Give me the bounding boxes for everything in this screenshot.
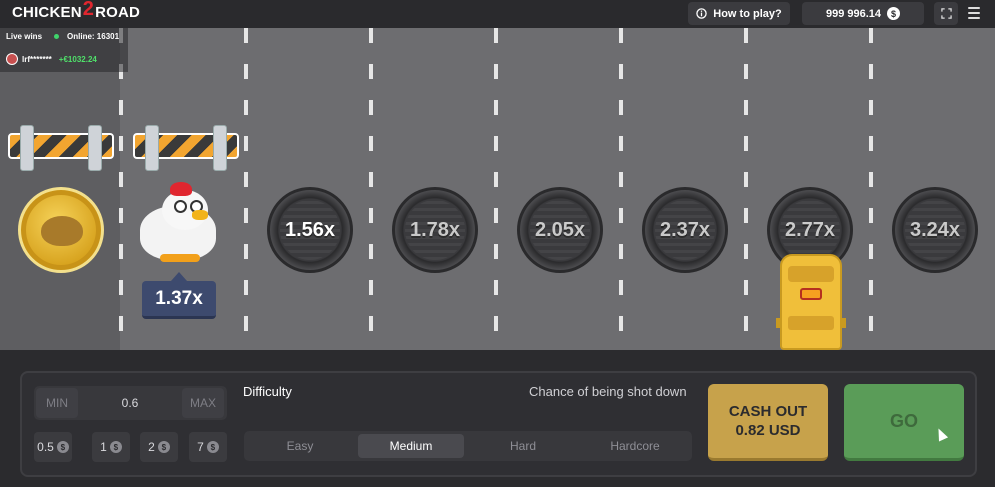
dollar-icon: $ — [109, 441, 122, 453]
logo-text-road: ROAD — [95, 4, 141, 21]
barrier — [8, 125, 114, 173]
lane-line — [244, 28, 248, 350]
chip-button[interactable]: 7 $ — [189, 432, 227, 462]
min-bet-button[interactable]: MIN — [36, 388, 78, 418]
game-screen: CHICKEN 2 ROAD How to play? 999 996.14 $… — [0, 0, 995, 487]
lane-line — [494, 28, 498, 350]
dollar-icon: $ — [887, 7, 901, 20]
logo-text-2: 2 — [82, 0, 95, 20]
manhole-multiplier[interactable]: 2.05x — [517, 187, 603, 273]
balance-display: 999 996.14 $ — [802, 2, 924, 25]
manhole-multiplier[interactable]: 1.56x — [267, 187, 353, 273]
dollar-icon: $ — [157, 441, 170, 453]
cash-out-amount: 0.82 USD — [735, 422, 801, 439]
difficulty-label: Difficulty — [243, 384, 292, 399]
taxi-car — [776, 254, 846, 350]
manhole-multiplier[interactable]: 3.24x — [892, 187, 978, 273]
how-to-play-button[interactable]: How to play? — [688, 2, 790, 25]
tab-hardcore[interactable]: Hardcore — [582, 434, 688, 458]
max-bet-button[interactable]: MAX — [182, 388, 224, 418]
chip-button[interactable]: 0.5 $ — [34, 432, 72, 462]
dollar-icon: $ — [206, 441, 219, 453]
lane-line — [369, 28, 373, 350]
fullscreen-button[interactable] — [934, 2, 958, 25]
current-multiplier-badge: 1.37x — [142, 272, 216, 319]
bet-amount-input[interactable]: 0.6 — [80, 388, 180, 418]
tab-medium[interactable]: Medium — [358, 434, 464, 458]
lane-line — [744, 28, 748, 350]
menu-icon[interactable] — [968, 7, 980, 19]
chicken-player — [138, 182, 220, 264]
tab-hard[interactable]: Hard — [470, 434, 576, 458]
barrier — [133, 125, 239, 173]
online-count: Online: 16301 — [54, 32, 119, 41]
winner-username: lrf******* — [22, 54, 52, 64]
manhole-multiplier[interactable]: 2.37x — [642, 187, 728, 273]
lane-line — [119, 28, 123, 350]
chance-label: Chance of being shot down — [529, 384, 687, 399]
logo-text-chicken: CHICKEN — [12, 4, 82, 21]
online-dot-icon — [54, 34, 60, 40]
lane-line — [869, 28, 873, 350]
win-amount: +€1032.24 — [58, 54, 97, 64]
live-wins-panel: Live wins Online: 16301 lrf******* +€103… — [0, 28, 128, 72]
cash-out-label: CASH OUT — [728, 403, 808, 420]
manhole-multiplier[interactable]: 1.78x — [392, 187, 478, 273]
chip-button[interactable]: 1 $ — [92, 432, 130, 462]
fullscreen-icon — [940, 8, 952, 19]
logo: CHICKEN 2 ROAD — [12, 0, 141, 21]
go-button[interactable]: GO — [844, 384, 964, 461]
live-wins-title: Live wins — [6, 32, 43, 41]
lane-line — [619, 28, 623, 350]
chicken-coin-icon — [18, 187, 104, 273]
how-to-play-label: How to play? — [713, 7, 782, 20]
info-icon — [696, 8, 707, 19]
tab-easy[interactable]: Easy — [247, 434, 353, 458]
top-bar: CHICKEN 2 ROAD How to play? 999 996.14 $ — [0, 0, 995, 28]
balance-value: 999 996.14 — [825, 7, 882, 20]
chip-button[interactable]: 2 $ — [140, 432, 178, 462]
dollar-icon: $ — [56, 441, 69, 453]
cash-out-button[interactable]: CASH OUT 0.82 USD — [708, 384, 828, 461]
avatar — [6, 53, 18, 65]
